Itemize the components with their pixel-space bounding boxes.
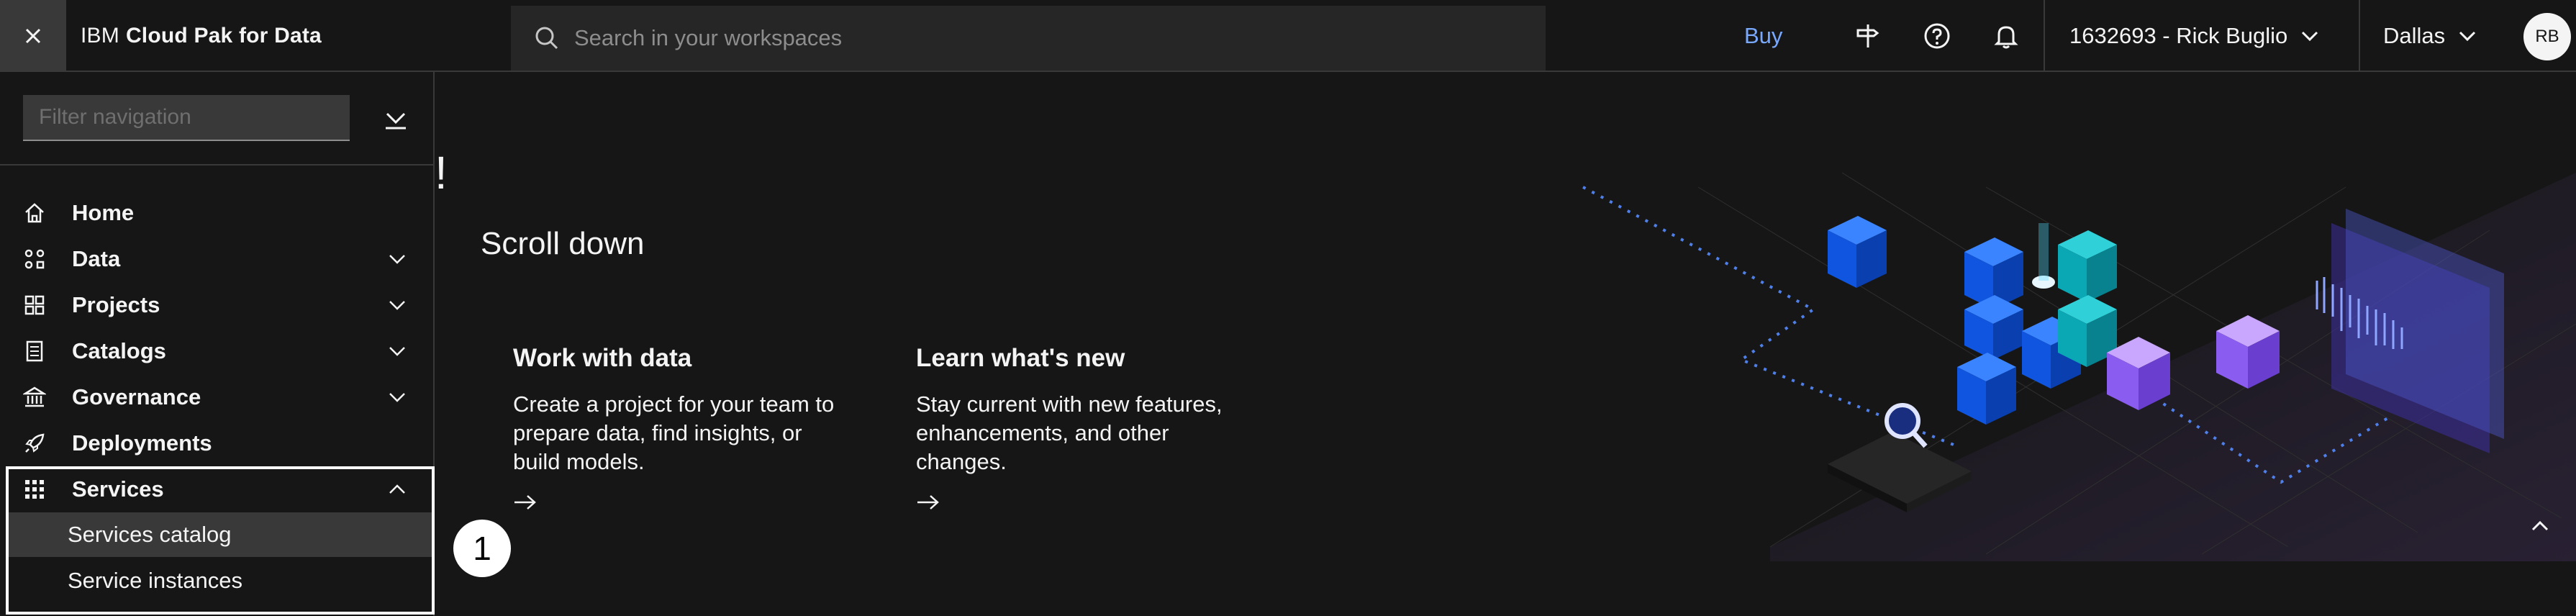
hero-illustration bbox=[1582, 172, 2576, 561]
learn-whats-new-description: Stay current with new features, enhancem… bbox=[916, 391, 1223, 474]
notification-icon bbox=[1994, 26, 2018, 49]
brand-name: Cloud Pak for Data bbox=[125, 24, 322, 47]
buy-link[interactable]: Buy bbox=[1744, 0, 1782, 72]
account-label: 1632693 - Rick Buglio bbox=[2069, 23, 2288, 48]
scroll-down-hint: Scroll down bbox=[481, 226, 645, 261]
help-button[interactable] bbox=[1921, 20, 1953, 52]
sidebar-item-data[interactable]: Data bbox=[0, 236, 433, 282]
sidebar-item-catalogs[interactable]: Catalogs bbox=[0, 328, 433, 374]
search-placeholder: Search in your workspaces bbox=[574, 25, 843, 50]
projects-icon bbox=[22, 292, 47, 318]
sidebar-item-label: Catalogs bbox=[72, 338, 166, 363]
filter-area: Filter navigation bbox=[0, 72, 433, 166]
chevron-down-icon bbox=[389, 301, 405, 310]
step-number-badge: 1 bbox=[453, 520, 511, 577]
search-icon bbox=[535, 27, 558, 50]
chevron-down-icon bbox=[389, 393, 405, 402]
help-icon bbox=[1924, 23, 1950, 49]
sidebar-item-label: Projects bbox=[72, 292, 160, 317]
collapse-all-icon[interactable] bbox=[381, 105, 410, 134]
account-switcher[interactable]: 1632693 - Rick Buglio bbox=[2044, 0, 2359, 72]
region-switcher[interactable]: Dallas bbox=[2359, 0, 2518, 72]
close-menu-button[interactable] bbox=[0, 0, 66, 72]
rocket-icon bbox=[22, 430, 47, 456]
sidebar-item-label: Home bbox=[72, 200, 135, 225]
user-avatar-button[interactable]: RB bbox=[2518, 6, 2576, 68]
arrow-right-icon[interactable] bbox=[916, 494, 942, 511]
whats-new-button[interactable] bbox=[1852, 20, 1884, 52]
services-highlight-box bbox=[6, 466, 435, 615]
filter-navigation-input[interactable]: Filter navigation bbox=[23, 95, 350, 141]
sidebar-item-label: Deployments bbox=[72, 430, 212, 456]
sidebar-item-label: Governance bbox=[72, 384, 201, 409]
chevron-down-icon bbox=[389, 347, 405, 356]
sidebar-item-projects[interactable]: Projects bbox=[0, 282, 433, 328]
region-label: Dallas bbox=[2383, 23, 2446, 48]
governance-icon bbox=[22, 384, 47, 410]
work-with-data-title[interactable]: Work with data bbox=[513, 344, 691, 373]
chevron-up-icon[interactable] bbox=[2527, 515, 2553, 535]
chevron-down-icon bbox=[2302, 31, 2318, 42]
welcome-heading-fragment: ! bbox=[435, 147, 448, 199]
global-search[interactable]: Search in your workspaces bbox=[511, 6, 1546, 71]
close-icon bbox=[25, 28, 41, 44]
bottom-strip bbox=[435, 563, 2576, 616]
avatar: RB bbox=[2523, 13, 2571, 60]
signpost-icon bbox=[1856, 24, 1879, 47]
catalog-icon bbox=[22, 338, 47, 364]
notifications-button[interactable] bbox=[1990, 20, 2022, 52]
top-header: IBM Cloud Pak for Data Search in your wo… bbox=[0, 0, 2576, 72]
work-with-data-description: Create a project for your team to prepar… bbox=[513, 391, 835, 474]
product-name[interactable]: IBM Cloud Pak for Data bbox=[81, 0, 322, 72]
sidebar-item-home[interactable]: Home bbox=[0, 190, 433, 236]
chevron-down-icon bbox=[389, 255, 405, 264]
sidebar-item-label: Data bbox=[72, 246, 121, 271]
filter-placeholder: Filter navigation bbox=[39, 105, 191, 129]
data-icon bbox=[22, 246, 47, 272]
sidebar-item-deployments[interactable]: Deployments bbox=[0, 420, 433, 466]
chevron-down-icon bbox=[2459, 31, 2476, 42]
learn-whats-new-title[interactable]: Learn what's new bbox=[916, 344, 1125, 373]
home-icon bbox=[22, 200, 47, 226]
arrow-right-icon[interactable] bbox=[513, 494, 539, 511]
brand-prefix: IBM bbox=[81, 24, 119, 47]
left-navigation: Filter navigation Home Data Projects Cat… bbox=[0, 72, 435, 616]
sidebar-item-governance[interactable]: Governance bbox=[0, 374, 433, 420]
